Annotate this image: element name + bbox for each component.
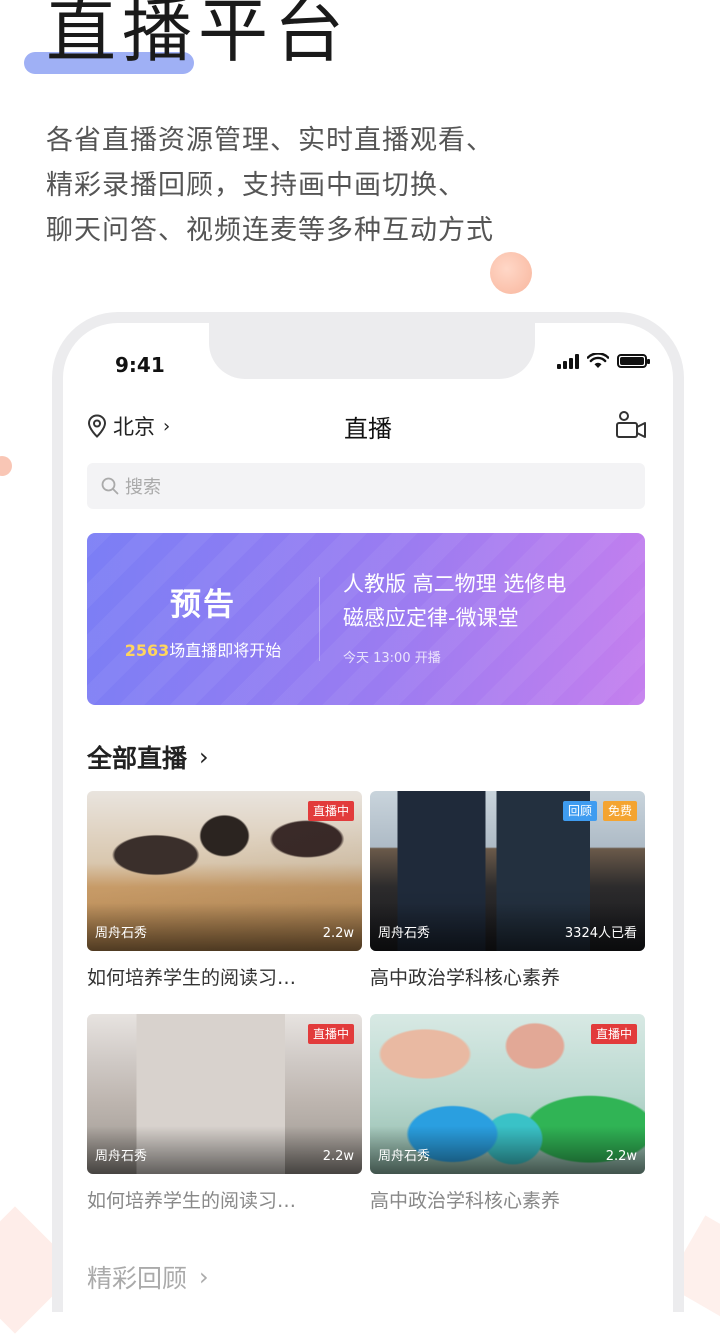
card-title: 高中政治学科核心素养 <box>370 1190 561 1212</box>
live-badge: 直播中 <box>307 1024 354 1044</box>
live-badge: 直播中 <box>590 1024 637 1044</box>
card-views: 3324人已看 <box>564 926 637 941</box>
section-all-live[interactable]: 全部直播 › <box>87 739 209 775</box>
card-title: 如何培养学生的阅读习… <box>87 967 297 989</box>
banner-time: 今天 13:00 开播 <box>343 651 441 666</box>
card-badges: 直播中 <box>307 1024 354 1044</box>
video-camera-icon <box>616 411 646 438</box>
banner-course-line: 磁感应定律-微课堂 <box>343 606 519 630</box>
banner-divider <box>319 577 320 661</box>
banner-left: 预告 2563场直播即将开始 <box>87 533 319 705</box>
search-icon <box>101 477 119 495</box>
banner-right: 人教版 高二物理 选修电 磁感应定律-微课堂 今天 13:00 开播 <box>343 567 623 666</box>
card-views: 2.2w <box>322 1149 354 1164</box>
decorative-dot <box>490 252 532 294</box>
live-badge: 直播中 <box>307 801 354 821</box>
card-badges: 直播中 <box>307 801 354 821</box>
start-live-button[interactable] <box>615 409 647 445</box>
section-title-label: 精彩回顾 <box>87 1264 188 1293</box>
phone-notch <box>209 321 535 379</box>
free-badge: 免费 <box>602 801 637 821</box>
replay-badge: 回顾 <box>562 801 597 821</box>
promo-title: 直播平台 <box>46 0 350 72</box>
search-placeholder: 搜索 <box>125 477 161 498</box>
chevron-right-icon: › <box>199 743 209 771</box>
section-replay[interactable]: 精彩回顾 › <box>87 1259 209 1295</box>
live-card[interactable]: 直播中 周舟石秀 2.2w 高中政治学科核心素养 <box>370 1014 645 1213</box>
banner-tag: 预告 <box>170 587 236 623</box>
promo-desc-line: 聊天问答、视频连麦等多种互动方式 <box>46 215 494 246</box>
card-thumbnail: 回顾 免费 周舟石秀 3324人已看 <box>370 791 645 951</box>
preview-banner[interactable]: 预告 2563场直播即将开始 人教版 高二物理 选修电 磁感应定律-微课堂 今天… <box>87 533 645 705</box>
decorative-dot <box>0 456 12 476</box>
banner-course-line: 人教版 高二物理 选修电 <box>343 572 567 596</box>
banner-course-title: 人教版 高二物理 选修电 磁感应定律-微课堂 <box>343 567 623 635</box>
promo-title-wrap: 直播平台 <box>46 0 350 76</box>
status-icons <box>557 353 650 369</box>
card-author: 周舟石秀 <box>378 1149 431 1164</box>
wifi-icon <box>587 353 609 368</box>
phone-mockup: 9:41 北京 › 直播 搜索 预告 2563场直播即将开始 人教版 高二物理 … <box>52 312 684 1312</box>
battery-icon <box>617 354 650 368</box>
card-badges: 回顾 免费 <box>562 801 637 821</box>
signal-icon <box>557 353 579 369</box>
live-card[interactable]: 直播中 周舟石秀 2.2w 如何培养学生的阅读习… <box>87 791 362 990</box>
section-title-label: 全部直播 <box>87 744 188 773</box>
card-thumbnail: 直播中 周舟石秀 2.2w <box>87 1014 362 1174</box>
status-time: 9:41 <box>115 353 165 377</box>
live-card[interactable]: 回顾 免费 周舟石秀 3324人已看 高中政治学科核心素养 <box>370 791 645 990</box>
card-author: 周舟石秀 <box>378 926 431 941</box>
card-author: 周舟石秀 <box>95 1149 148 1164</box>
card-views: 2.2w <box>605 1149 637 1164</box>
promo-desc-line: 各省直播资源管理、实时直播观看、 <box>46 125 494 156</box>
page-title: 直播 <box>344 415 392 443</box>
banner-count-number: 2563 <box>124 641 170 660</box>
search-input[interactable]: 搜索 <box>87 463 645 509</box>
card-thumbnail: 直播中 周舟石秀 2.2w <box>87 791 362 951</box>
promo-description: 各省直播资源管理、实时直播观看、 精彩录播回顾，支持画中画切换、 聊天问答、视频… <box>46 118 494 253</box>
card-thumbnail: 直播中 周舟石秀 2.2w <box>370 1014 645 1174</box>
live-card[interactable]: 直播中 周舟石秀 2.2w 如何培养学生的阅读习… <box>87 1014 362 1213</box>
card-views: 2.2w <box>322 926 354 941</box>
card-badges: 直播中 <box>590 1024 637 1044</box>
banner-count-suffix: 场直播即将开始 <box>169 641 282 660</box>
chevron-right-icon: › <box>199 1263 209 1291</box>
promo-desc-line: 精彩录播回顾，支持画中画切换、 <box>46 170 466 201</box>
card-title: 高中政治学科核心素养 <box>370 967 561 989</box>
card-title: 如何培养学生的阅读习… <box>87 1190 297 1212</box>
banner-count: 2563场直播即将开始 <box>87 637 319 661</box>
card-author: 周舟石秀 <box>95 926 148 941</box>
